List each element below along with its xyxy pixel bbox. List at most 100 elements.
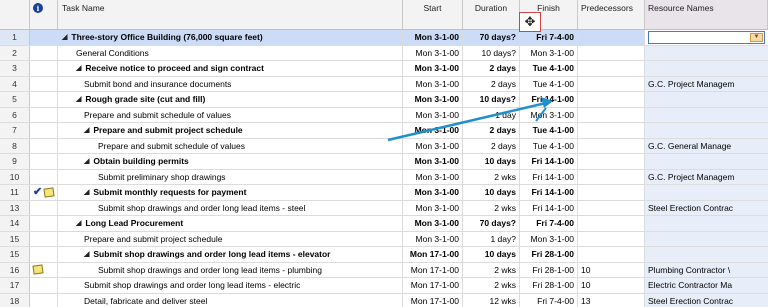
start-cell[interactable]: Mon 3-1-00	[403, 154, 463, 169]
duration-cell[interactable]: 70 days?	[463, 30, 520, 45]
collapse-triangle-icon[interactable]: ◢	[62, 33, 67, 41]
task-row[interactable]: 6 Prepare and submit schedule of values Mo…	[0, 107, 768, 123]
duration-cell[interactable]: 10 days	[463, 185, 520, 200]
resource-names-cell[interactable]	[645, 61, 768, 76]
finish-cell[interactable]: Fri 28-1-00	[520, 262, 578, 277]
finish-cell[interactable]: Fri 14-1-00	[520, 154, 578, 169]
task-row[interactable]: 5 ◢ Rough grade site (cut and fill) Mon 3-1…	[0, 92, 768, 108]
task-name-cell[interactable]: Prepare and submit schedule of values	[58, 107, 403, 122]
row-id-cell[interactable]: 16	[0, 262, 30, 277]
finish-cell[interactable]: Fri 28-1-00	[520, 247, 578, 262]
predecessors-cell[interactable]	[578, 92, 645, 107]
task-row[interactable]: 13 Submit shop drawings and order long le…	[0, 200, 768, 216]
note-icon[interactable]	[43, 187, 55, 198]
finish-cell[interactable]: Tue 4-1-00	[520, 76, 578, 91]
task-name-cell[interactable]: ◢ Submit shop drawings and order long lea…	[58, 247, 403, 262]
row-id-cell[interactable]: 11	[0, 185, 30, 200]
row-id-cell[interactable]: 10	[0, 169, 30, 184]
indicators-column-header[interactable]: i	[30, 0, 58, 29]
start-cell[interactable]: Mon 3-1-00	[403, 45, 463, 60]
predecessors-cell[interactable]	[578, 200, 645, 215]
row-id-cell[interactable]: 3	[0, 61, 30, 76]
duration-cell[interactable]: 2 wks	[463, 169, 520, 184]
start-cell[interactable]: Mon 3-1-00	[403, 185, 463, 200]
resource-names-cell[interactable]: G.C. Project Managem	[645, 169, 768, 184]
chevron-down-icon[interactable]: ▼	[750, 32, 763, 42]
row-id-cell[interactable]: 7	[0, 123, 30, 138]
start-cell[interactable]: Mon 3-1-00	[403, 216, 463, 231]
task-row[interactable]: 9 ◢ Obtain building permits Mon 3-1-00 10 da…	[0, 154, 768, 170]
predecessors-cell[interactable]: 10	[578, 262, 645, 277]
task-name-cell[interactable]: ◢ Rough grade site (cut and fill)	[58, 92, 403, 107]
resource-names-cell[interactable]	[645, 107, 768, 122]
task-row[interactable]: 3 ◢ Receive notice to proceed and sign con…	[0, 61, 768, 77]
task-name-cell[interactable]: ◢ Obtain building permits	[58, 154, 403, 169]
resource-names-cell[interactable]: Steel Erection Contrac	[645, 293, 768, 307]
duration-cell[interactable]: 1 day	[463, 107, 520, 122]
row-id-cell[interactable]: 15	[0, 231, 30, 246]
finish-cell[interactable]: Fri 14-1-00	[520, 185, 578, 200]
finish-cell[interactable]: Fri 28-1-00	[520, 278, 578, 293]
task-row[interactable]: 2 General Conditions Mon 3-1-00 10 days? Mon…	[0, 45, 768, 61]
collapse-triangle-icon[interactable]: ◢	[76, 219, 81, 227]
task-row[interactable]: 14 ◢ Long Lead Procurement Mon 3-1-00 70 day…	[0, 216, 768, 232]
resource-names-cell[interactable]	[645, 92, 768, 107]
predecessors-cell[interactable]	[578, 216, 645, 231]
resource-names-cell[interactable]: ▼	[645, 30, 768, 45]
collapse-triangle-icon[interactable]: ◢	[76, 64, 81, 72]
start-cell[interactable]: Mon 3-1-00	[403, 92, 463, 107]
finish-cell[interactable]: Mon 3-1-00	[520, 231, 578, 246]
duration-cell[interactable]: 70 days?	[463, 216, 520, 231]
collapse-triangle-icon[interactable]: ◢	[84, 126, 89, 134]
predecessors-cell[interactable]	[578, 138, 645, 153]
task-row[interactable]: 10 Submit preliminary shop drawings Mon 3-…	[0, 169, 768, 185]
predecessors-cell[interactable]	[578, 231, 645, 246]
resource-names-input[interactable]: ▼	[648, 30, 765, 44]
start-cell[interactable]: Mon 3-1-00	[403, 200, 463, 215]
duration-cell[interactable]: 2 days	[463, 76, 520, 91]
resource-names-cell[interactable]: Plumbing Contractor \	[645, 262, 768, 277]
start-cell[interactable]: Mon 3-1-00	[403, 76, 463, 91]
predecessors-column-header[interactable]: Predecessors	[578, 0, 645, 29]
start-cell[interactable]: Mon 3-1-00	[403, 61, 463, 76]
task-name-cell[interactable]: Submit shop drawings and order long lead…	[58, 262, 403, 277]
resource-names-cell[interactable]	[645, 216, 768, 231]
task-row[interactable]: 18 Detail, fabricate and deliver steel Mon…	[0, 293, 768, 307]
row-id-cell[interactable]: 2	[0, 45, 30, 60]
collapse-triangle-icon[interactable]: ◢	[84, 157, 89, 165]
row-id-cell[interactable]: 15	[0, 247, 30, 262]
task-name-cell[interactable]: Submit bond and insurance documents	[58, 76, 403, 91]
collapse-triangle-icon[interactable]: ◢	[76, 95, 81, 103]
select-all-corner[interactable]	[0, 0, 30, 29]
duration-cell[interactable]: 1 day?	[463, 231, 520, 246]
predecessors-cell[interactable]	[578, 76, 645, 91]
start-cell[interactable]: Mon 17-1-00	[403, 247, 463, 262]
finish-cell[interactable]: Tue 4-1-00	[520, 61, 578, 76]
task-name-column-header[interactable]: Task Name	[58, 0, 403, 29]
duration-column-header[interactable]: Duration	[463, 0, 520, 29]
start-cell[interactable]: Mon 17-1-00	[403, 293, 463, 307]
predecessors-cell[interactable]	[578, 123, 645, 138]
task-row[interactable]: 7 ◢ Prepare and submit project schedule Mon…	[0, 123, 768, 139]
row-id-cell[interactable]: 14	[0, 216, 30, 231]
task-name-cell[interactable]: Submit shop drawings and order long lead…	[58, 200, 403, 215]
task-row[interactable]: 15 Prepare and submit project schedule Mon…	[0, 231, 768, 247]
resource-names-cell[interactable]	[645, 185, 768, 200]
duration-cell[interactable]: 2 days	[463, 138, 520, 153]
task-name-cell[interactable]: ◢ Long Lead Procurement	[58, 216, 403, 231]
task-name-cell[interactable]: Submit preliminary shop drawings	[58, 169, 403, 184]
row-id-cell[interactable]: 5	[0, 92, 30, 107]
row-id-cell[interactable]: 6	[0, 107, 30, 122]
finish-cell[interactable]: Tue 4-1-00	[520, 138, 578, 153]
start-cell[interactable]: Mon 3-1-00	[403, 107, 463, 122]
task-row[interactable]: 11 ✔ ◢ Submit monthly requests for payment M…	[0, 185, 768, 201]
finish-cell[interactable]: Mon 3-1-00	[520, 45, 578, 60]
finish-cell[interactable]: Fri 14-1-00	[520, 169, 578, 184]
resource-names-cell[interactable]: Steel Erection Contrac	[645, 200, 768, 215]
start-cell[interactable]: Mon 17-1-00	[403, 262, 463, 277]
resource-names-cell[interactable]: Electric Contractor Ma	[645, 278, 768, 293]
duration-cell[interactable]: 2 wks	[463, 200, 520, 215]
task-row[interactable]: 16 Submit shop drawings and order long le…	[0, 262, 768, 278]
collapse-triangle-icon[interactable]: ◢	[84, 250, 89, 258]
start-cell[interactable]: Mon 3-1-00	[403, 123, 463, 138]
